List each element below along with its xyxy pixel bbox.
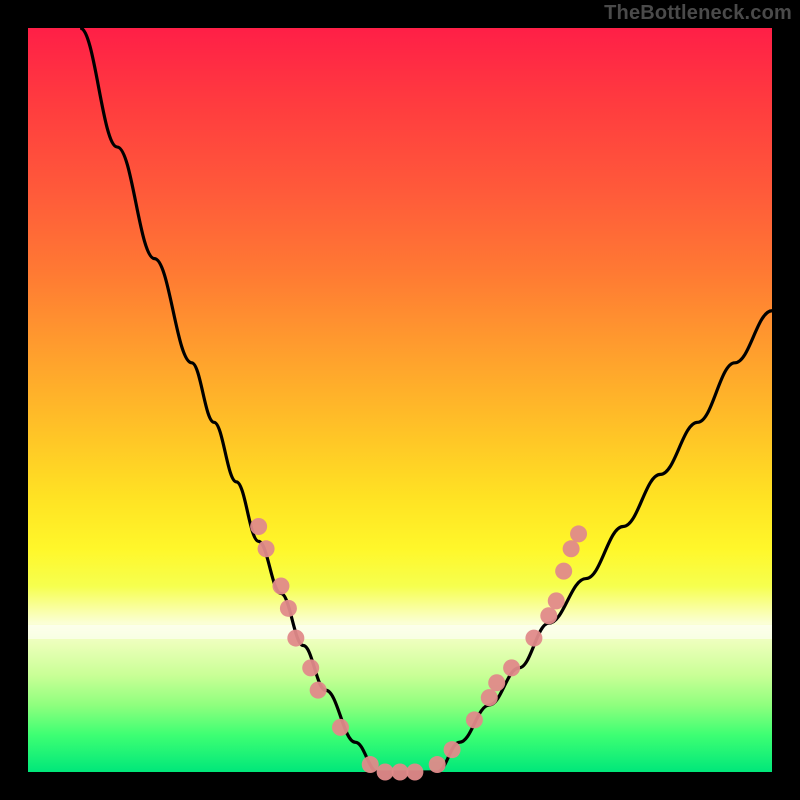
marker-dot	[540, 607, 557, 624]
marker-dot	[362, 756, 379, 773]
marker-dot	[272, 578, 289, 595]
watermark-text: TheBottleneck.com	[604, 2, 792, 25]
marker-dot	[287, 630, 304, 647]
marker-dot	[392, 764, 409, 781]
marker-dot	[570, 525, 587, 542]
marker-dot	[525, 630, 542, 647]
curve-group	[80, 28, 772, 772]
marker-dot	[429, 756, 446, 773]
marker-dot	[555, 563, 572, 580]
marker-dot	[406, 764, 423, 781]
marker-dot	[481, 689, 498, 706]
marker-dot	[310, 682, 327, 699]
marker-dot	[444, 741, 461, 758]
marker-dot	[488, 674, 505, 691]
marker-dot	[548, 592, 565, 609]
marker-dot	[466, 711, 483, 728]
curve-left	[80, 28, 378, 772]
marker-dot	[377, 764, 394, 781]
chart-stage: TheBottleneck.com	[0, 0, 800, 800]
marker-dot	[258, 540, 275, 557]
marker-dot	[302, 659, 319, 676]
marker-dot	[250, 518, 267, 535]
chart-svg	[28, 28, 772, 772]
marker-dot	[332, 719, 349, 736]
marker-dot	[280, 600, 297, 617]
marker-group	[250, 518, 587, 781]
marker-dot	[563, 540, 580, 557]
marker-dot	[503, 659, 520, 676]
